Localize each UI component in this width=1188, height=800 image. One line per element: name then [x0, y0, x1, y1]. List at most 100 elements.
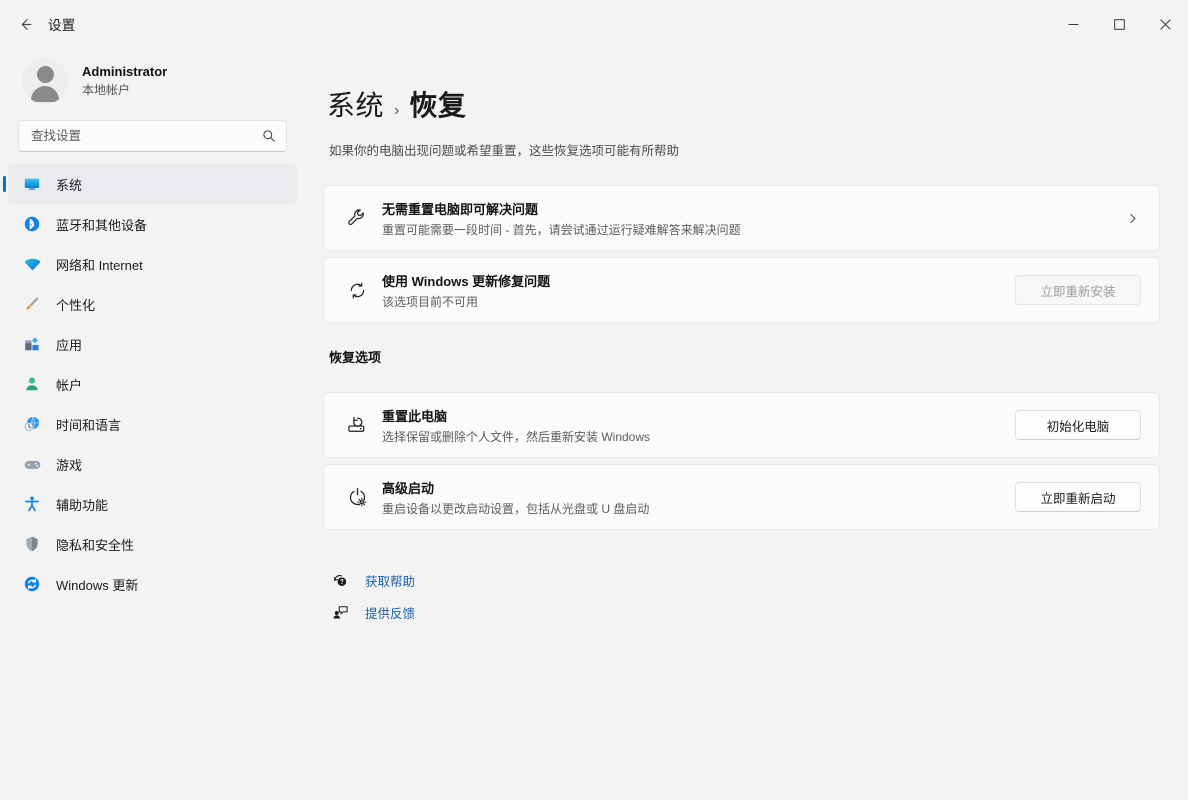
window-body: Administrator 本地帐户 查找设置 系统 蓝牙和其他设备 网络和 I… [0, 48, 1188, 800]
link-label: 获取帮助 [365, 574, 416, 589]
breadcrumb-separator-icon: › [394, 102, 400, 119]
card-text: 高级启动 重启设备以更改启动设置，包括从光盘或 U 盘启动 [382, 478, 1015, 517]
avatar-body [31, 86, 59, 102]
get-help-link[interactable]: 获取帮助 [331, 564, 1160, 596]
card-text: 无需重置电脑即可解决问题 重置可能需要一段时间 - 首先，请尝试通过运行疑难解答… [382, 199, 1126, 238]
wifi-icon [22, 254, 42, 274]
search-input[interactable] [31, 129, 262, 143]
sidebar-item-gaming[interactable]: 游戏 [8, 444, 297, 484]
search-icon [262, 129, 276, 143]
title-bar: 设置 [0, 0, 1188, 48]
account-text: Administrator 本地帐户 [82, 64, 167, 98]
card-subtitle: 重启设备以更改启动设置，包括从光盘或 U 盘启动 [382, 501, 650, 516]
minimize-button[interactable] [1050, 0, 1096, 48]
sidebar-item-bluetooth[interactable]: 蓝牙和其他设备 [8, 204, 297, 244]
sidebar-item-label: 游戏 [56, 457, 83, 473]
chevron-right-icon [1126, 212, 1141, 225]
close-icon [1159, 18, 1171, 30]
gamepad-icon [22, 454, 42, 474]
card-subtitle: 重置可能需要一段时间 - 首先，请尝试通过运行疑难解答来解决问题 [382, 222, 741, 237]
sidebar-item-time-language[interactable]: 时间和语言 [8, 404, 297, 444]
card-advanced-startup: 高级启动 重启设备以更改启动设置，包括从光盘或 U 盘启动 立即重新启动 [323, 464, 1160, 530]
breadcrumb-parent[interactable]: 系统 [327, 84, 384, 124]
close-button[interactable] [1142, 0, 1188, 48]
minimize-icon [1068, 23, 1078, 25]
avatar-head [36, 66, 54, 83]
reset-pc-button[interactable]: 初始化电脑 [1015, 410, 1141, 440]
top-cards: 无需重置电脑即可解决问题 重置可能需要一段时间 - 首先，请尝试通过运行疑难解答… [323, 185, 1160, 323]
sidebar-item-label: 网络和 Internet [56, 257, 143, 273]
restart-now-button[interactable]: 立即重新启动 [1015, 482, 1141, 512]
give-feedback-link[interactable]: 提供反馈 [331, 596, 1160, 628]
sidebar-item-label: 应用 [56, 337, 83, 353]
account-summary[interactable]: Administrator 本地帐户 [0, 48, 305, 116]
sidebar-nav: 系统 蓝牙和其他设备 网络和 Internet 个性化 应用 帐户 时间和语言 … [0, 160, 305, 604]
accessibility-icon [22, 494, 42, 514]
back-arrow-icon [21, 18, 31, 30]
recovery-cards: 重置此电脑 选择保留或删除个人文件，然后重新安装 Windows 初始化电脑 高… [323, 392, 1160, 530]
account-type: 本地帐户 [82, 83, 131, 97]
card-title: 重置此电脑 [382, 408, 448, 424]
update-refresh-icon [22, 574, 42, 594]
window-controls [1050, 0, 1188, 48]
display-icon [22, 174, 42, 194]
reset-pc-icon [340, 414, 374, 437]
person-icon [22, 374, 42, 394]
breadcrumb: 系统 › 恢复 [327, 48, 1160, 124]
back-button[interactable] [8, 7, 42, 41]
wrench-icon [340, 207, 374, 229]
sidebar-item-label: 系统 [56, 177, 83, 193]
page-subtitle: 如果你的电脑出现问题或希望重置，这些恢复选项可能有所帮助 [329, 144, 680, 158]
sidebar-item-accessibility[interactable]: 辅助功能 [8, 484, 297, 524]
recovery-options-heading: 恢复选项 [329, 350, 382, 365]
sidebar-item-label: Windows 更新 [56, 577, 139, 593]
clock-globe-icon [22, 414, 42, 434]
sidebar-item-personalization[interactable]: 个性化 [8, 284, 297, 324]
help-question-icon [331, 572, 349, 589]
sidebar-item-accounts[interactable]: 帐户 [8, 364, 297, 404]
refresh-icon [340, 280, 374, 301]
shield-icon [22, 534, 42, 554]
card-title: 高级启动 [382, 480, 435, 496]
sidebar-item-label: 时间和语言 [56, 417, 122, 433]
sidebar-item-label: 帐户 [56, 377, 83, 393]
avatar [22, 58, 68, 104]
settings-window: 设置 Administrator 本地帐户 查找设置 系统 蓝牙和其他设备 网络… [0, 0, 1188, 800]
sidebar-item-windows-update[interactable]: Windows 更新 [8, 564, 297, 604]
footer-links: 获取帮助 提供反馈 [331, 564, 1160, 628]
card-text: 重置此电脑 选择保留或删除个人文件，然后重新安装 Windows [382, 406, 1015, 445]
sidebar-item-label: 辅助功能 [56, 497, 109, 513]
maximize-button[interactable] [1096, 0, 1142, 48]
sidebar-item-network[interactable]: 网络和 Internet [8, 244, 297, 284]
search-box[interactable] [18, 120, 287, 152]
search-container [0, 116, 305, 160]
sidebar-item-label: 个性化 [56, 297, 96, 313]
sidebar-item-privacy-security[interactable]: 隐私和安全性 [8, 524, 297, 564]
feedback-icon [331, 604, 349, 621]
page-title: 恢复 [409, 90, 467, 121]
card-reset-this-pc: 重置此电脑 选择保留或删除个人文件，然后重新安装 Windows 初始化电脑 [323, 392, 1160, 458]
reinstall-now-button[interactable]: 立即重新安装 [1015, 275, 1141, 305]
main-content: 系统 › 恢复 如果你的电脑出现问题或希望重置，这些恢复选项可能有所帮助 无需重… [305, 48, 1188, 800]
card-subtitle: 选择保留或删除个人文件，然后重新安装 Windows [382, 429, 651, 444]
title-bar-left: 设置 [0, 0, 75, 48]
sidebar-item-label: 蓝牙和其他设备 [56, 217, 148, 233]
apps-icon [22, 334, 42, 354]
sidebar-item-label: 隐私和安全性 [56, 537, 135, 553]
power-gear-icon [340, 486, 374, 509]
account-name: Administrator [82, 64, 168, 79]
card-fix-with-windows-update: 使用 Windows 更新修复问题 该选项目前不可用 立即重新安装 [323, 257, 1160, 323]
sidebar: Administrator 本地帐户 查找设置 系统 蓝牙和其他设备 网络和 I… [0, 48, 305, 800]
card-subtitle: 该选项目前不可用 [382, 294, 479, 309]
maximize-icon [1113, 18, 1125, 30]
card-title: 使用 Windows 更新修复问题 [382, 273, 551, 289]
link-label: 提供反馈 [365, 606, 416, 621]
card-title: 无需重置电脑即可解决问题 [382, 201, 539, 217]
card-text: 使用 Windows 更新修复问题 该选项目前不可用 [382, 271, 1015, 310]
sidebar-item-system[interactable]: 系统 [8, 164, 297, 204]
bluetooth-icon [22, 214, 42, 234]
app-title: 设置 [48, 18, 76, 33]
paintbrush-icon [22, 294, 42, 314]
sidebar-item-apps[interactable]: 应用 [8, 324, 297, 364]
card-fix-without-reset[interactable]: 无需重置电脑即可解决问题 重置可能需要一段时间 - 首先，请尝试通过运行疑难解答… [323, 185, 1160, 251]
